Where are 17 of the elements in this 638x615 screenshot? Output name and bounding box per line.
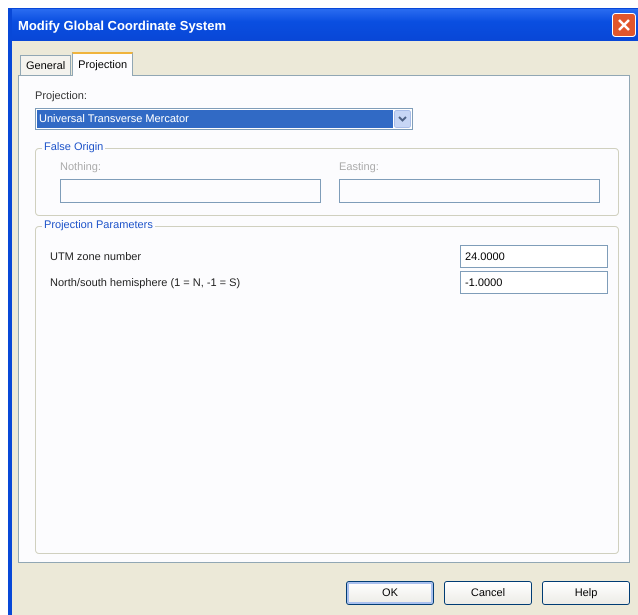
projection-label: Projection: bbox=[35, 90, 88, 102]
window-title: Modify Global Coordinate System bbox=[18, 18, 226, 32]
input-field[interactable]: 24.0000 bbox=[460, 245, 608, 268]
dialog-button[interactable]: Cancel bbox=[444, 581, 532, 605]
parameter-label: UTM zone number bbox=[50, 250, 142, 262]
tab[interactable]: Projection bbox=[72, 52, 134, 76]
close-icon[interactable] bbox=[612, 13, 636, 37]
dialog-button[interactable]: Help bbox=[542, 581, 630, 605]
projection-dropdown[interactable]: Universal Transverse Mercator bbox=[35, 108, 413, 130]
input-field[interactable]: -1.0000 bbox=[460, 271, 608, 294]
field-label: Easting: bbox=[339, 161, 380, 173]
group-title: False Origin bbox=[42, 141, 106, 153]
dialog-button[interactable]: OK bbox=[346, 581, 434, 605]
field-label: Nothing: bbox=[60, 161, 102, 173]
tab[interactable]: General bbox=[20, 55, 72, 75]
parameter-label: North/south hemisphere (1 = N, -1 = S) bbox=[50, 276, 240, 288]
group-title: Projection Parameters bbox=[42, 219, 155, 231]
